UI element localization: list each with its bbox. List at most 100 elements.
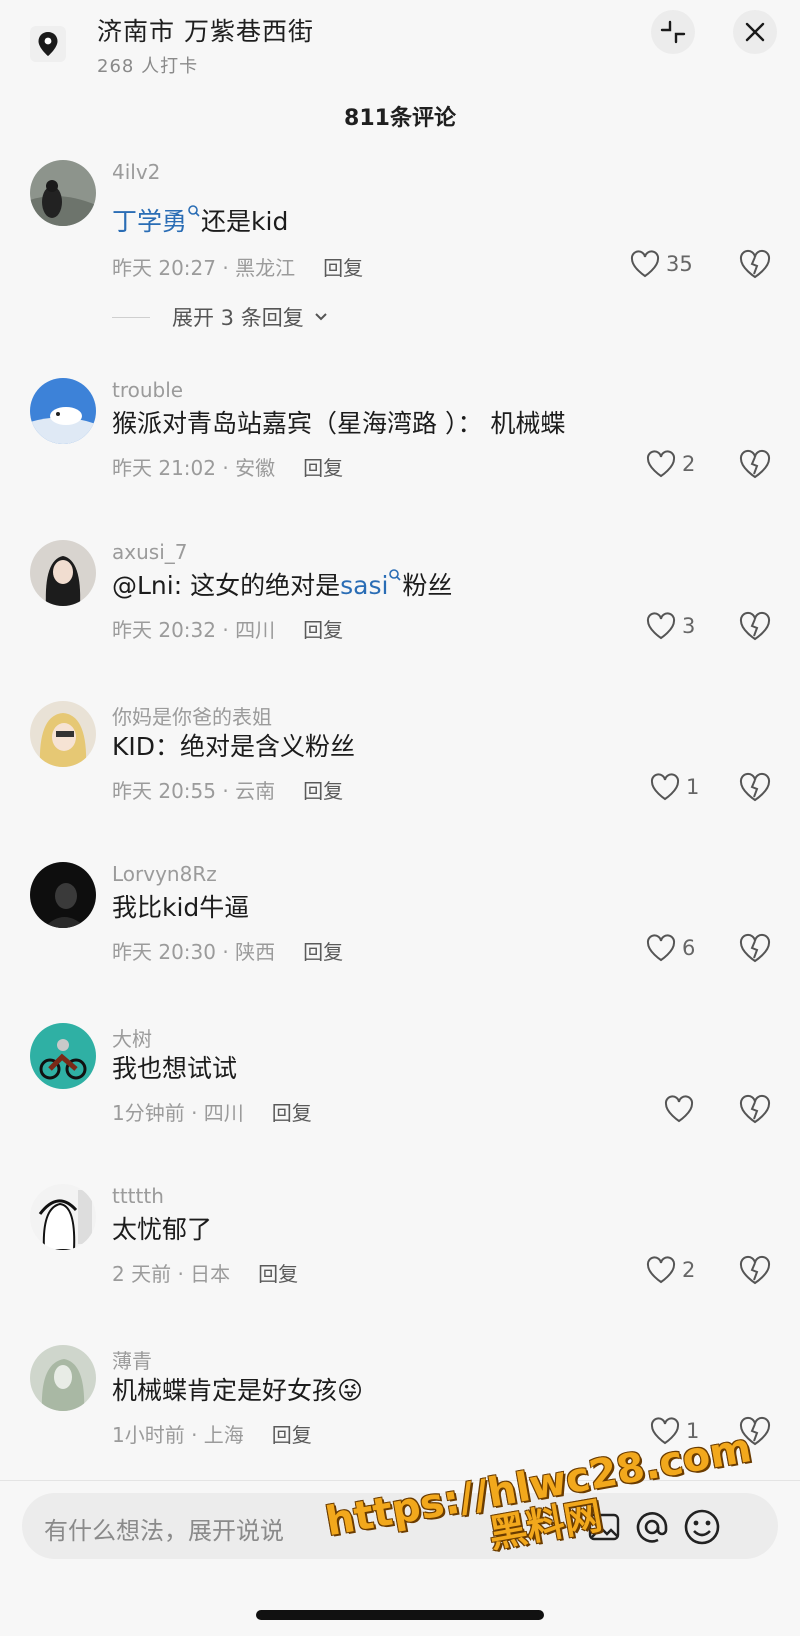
comment-text: 猴派对青岛站嘉宾（星海湾路 ）： 机械蝶 xyxy=(112,409,566,438)
comment-meta: 2 天前 · 日本 回复 xyxy=(112,1258,298,1287)
heart-icon xyxy=(664,1095,694,1123)
heart-icon xyxy=(650,773,680,801)
reply-button[interactable]: 回复 xyxy=(272,1423,312,1447)
location-title[interactable]: 济南市 万紫巷西街 xyxy=(97,12,314,48)
comment-meta: 昨天 21:02 · 安徽 回复 xyxy=(112,452,343,481)
comment-meta: 1分钟前 · 四川 回复 xyxy=(112,1097,312,1126)
comment-text: 我比kid牛逼 xyxy=(112,893,250,922)
like-count: 35 xyxy=(666,252,693,276)
avatar[interactable] xyxy=(30,1023,96,1089)
checkin-count: 268 人打卡 xyxy=(97,56,199,77)
reply-button[interactable]: 回复 xyxy=(272,1101,312,1125)
comment-time: 1小时前 · 上海 xyxy=(112,1423,244,1447)
reply-button[interactable]: 回复 xyxy=(303,618,343,642)
comment-text: 丁学勇 还是kid xyxy=(112,202,288,238)
like-button[interactable]: 6 xyxy=(646,931,695,965)
like-count: 3 xyxy=(682,614,696,638)
comment-time: 昨天 20:32 · 四川 xyxy=(112,618,276,642)
comment-time: 昨天 20:55 · 云南 xyxy=(112,779,276,803)
heart-icon xyxy=(646,450,676,478)
username[interactable]: 薄青 xyxy=(112,1345,152,1374)
location-pin-icon xyxy=(30,26,66,62)
heart-icon xyxy=(646,612,676,640)
heart-icon xyxy=(646,934,676,962)
dislike-icon[interactable] xyxy=(738,770,772,804)
username[interactable]: 4ilv2 xyxy=(112,160,160,184)
dislike-icon[interactable] xyxy=(738,931,772,965)
username[interactable]: axusi_7 xyxy=(112,540,187,564)
like-button[interactable] xyxy=(664,1092,700,1126)
comment-time: 2 天前 · 日本 xyxy=(112,1262,231,1286)
comment-item: 4ilv2 丁学勇 还是kid 昨天 20:27 · 黑龙江 回复 35 展开 3 … xyxy=(0,160,800,340)
reply-button[interactable]: 回复 xyxy=(303,456,343,480)
comment-input-placeholder: 有什么想法，展开说说 xyxy=(44,1517,284,1545)
divider-line xyxy=(112,316,150,318)
chevron-down-icon xyxy=(315,313,327,321)
dislike-icon[interactable] xyxy=(738,447,772,481)
avatar[interactable] xyxy=(30,862,96,928)
reply-button[interactable]: 回复 xyxy=(323,256,363,280)
username[interactable]: 你妈是你爸的表姐 xyxy=(112,701,272,730)
minimize-icon xyxy=(660,20,686,44)
comment-text: 太忧郁了 xyxy=(112,1215,213,1244)
avatar[interactable] xyxy=(30,701,96,767)
username[interactable]: 大树 xyxy=(112,1023,152,1052)
comment-item: trouble 猴派对青岛站嘉宾（星海湾路 ）： 机械蝶 昨天 21:02 · … xyxy=(0,378,800,518)
like-count: 2 xyxy=(682,1258,696,1282)
comment-text: @Lni: 这女的绝对是sasi 粉丝 xyxy=(112,566,452,602)
mention-link[interactable]: sasi xyxy=(340,571,388,600)
avatar[interactable] xyxy=(30,160,96,226)
like-count: 2 xyxy=(682,452,696,476)
dislike-icon[interactable] xyxy=(738,609,772,643)
like-button[interactable]: 2 xyxy=(646,447,695,481)
comment-meta: 昨天 20:27 · 黑龙江 回复 xyxy=(112,252,363,281)
comment-text: 我也想试试 xyxy=(112,1054,238,1083)
comment-meta: 昨天 20:30 · 陕西 回复 xyxy=(112,936,343,965)
comment-meta: 昨天 20:32 · 四川 回复 xyxy=(112,614,343,643)
close-button[interactable] xyxy=(733,10,777,54)
comment-item: 你妈是你爸的表姐 KID：绝对是含义粉丝 昨天 20:55 · 云南 回复 1 xyxy=(0,701,800,841)
comment-time: 1分钟前 · 四川 xyxy=(112,1101,244,1125)
heart-icon xyxy=(646,1256,676,1284)
minimize-button[interactable] xyxy=(651,10,695,54)
comment-text: 机械蝶肯定是好女孩😜 xyxy=(112,1376,364,1405)
mention-link[interactable]: 丁学勇 xyxy=(112,207,187,236)
like-button[interactable]: 3 xyxy=(646,609,695,643)
avatar[interactable] xyxy=(30,1184,96,1250)
comment-item: axusi_7 @Lni: 这女的绝对是sasi 粉丝 昨天 20:32 · 四川… xyxy=(0,540,800,680)
dislike-icon[interactable] xyxy=(738,1092,772,1126)
comment-item: ttttth 太忧郁了 2 天前 · 日本 回复 2 xyxy=(0,1184,800,1324)
home-indicator[interactable] xyxy=(256,1610,544,1620)
avatar[interactable] xyxy=(30,1345,96,1411)
dislike-icon[interactable] xyxy=(738,247,772,281)
comment-meta: 昨天 20:55 · 云南 回复 xyxy=(112,775,343,804)
comment-time: 昨天 21:02 · 安徽 xyxy=(112,456,276,480)
expand-replies-button[interactable]: 展开 3 条回复 xyxy=(112,302,328,332)
comment-count-title: 811条评论 xyxy=(344,106,456,131)
username[interactable]: trouble xyxy=(112,378,183,402)
location-header: 济南市 万紫巷西街 268 人打卡 811条评论 xyxy=(0,0,800,150)
close-icon xyxy=(745,22,765,42)
like-button[interactable]: 2 xyxy=(646,1253,695,1287)
like-count: 1 xyxy=(686,775,700,799)
comment-time: 昨天 20:27 · 黑龙江 xyxy=(112,256,296,280)
like-button[interactable]: 1 xyxy=(650,770,699,804)
username[interactable]: Lorvyn8Rz xyxy=(112,862,217,886)
comment-time: 昨天 20:30 · 陕西 xyxy=(112,940,276,964)
comment-text: KID：绝对是含义粉丝 xyxy=(112,732,356,761)
search-icon xyxy=(389,569,401,581)
avatar[interactable] xyxy=(30,378,96,444)
reply-button[interactable]: 回复 xyxy=(258,1262,298,1286)
search-icon xyxy=(188,205,200,217)
heart-icon xyxy=(630,250,660,278)
avatar[interactable] xyxy=(30,540,96,606)
comment-item: Lorvyn8Rz 我比kid牛逼 昨天 20:30 · 陕西 回复 6 xyxy=(0,862,800,1002)
dislike-icon[interactable] xyxy=(738,1253,772,1287)
comment-item: 大树 我也想试试 1分钟前 · 四川 回复 xyxy=(0,1023,800,1163)
username[interactable]: ttttth xyxy=(112,1184,164,1208)
like-button[interactable]: 35 xyxy=(630,247,693,281)
reply-button[interactable]: 回复 xyxy=(303,940,343,964)
like-count: 6 xyxy=(682,936,696,960)
comment-meta: 1小时前 · 上海 回复 xyxy=(112,1419,312,1448)
reply-button[interactable]: 回复 xyxy=(303,779,343,803)
